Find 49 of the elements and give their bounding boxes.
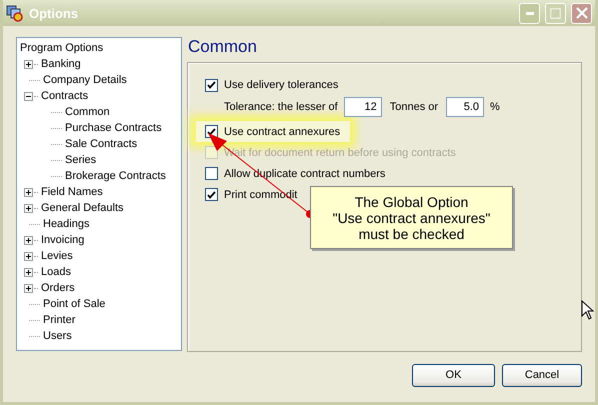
tree-item[interactable]: Levies bbox=[41, 250, 73, 262]
tree-item[interactable]: Sale Contracts bbox=[65, 138, 138, 150]
tree-item[interactable]: Headings bbox=[43, 218, 90, 230]
percent-field[interactable]: 5.0 bbox=[446, 97, 484, 117]
tonnes-field[interactable]: 12 bbox=[344, 97, 382, 117]
expand-icon[interactable] bbox=[24, 60, 33, 68]
expand-icon[interactable] bbox=[24, 252, 33, 260]
tree-item[interactable]: Company Details bbox=[43, 74, 127, 86]
minimize-icon bbox=[526, 12, 534, 14]
tree-item[interactable]: Banking bbox=[41, 58, 81, 70]
expand-icon[interactable] bbox=[24, 236, 33, 244]
expand-icon[interactable] bbox=[24, 268, 33, 276]
collapse-icon[interactable] bbox=[24, 92, 33, 100]
ok-button[interactable]: OK bbox=[412, 364, 495, 386]
checkbox[interactable] bbox=[205, 167, 218, 180]
expand-icon[interactable] bbox=[24, 204, 33, 212]
close-icon bbox=[576, 7, 588, 19]
checkbox-label: Use contract annexures bbox=[224, 126, 340, 138]
expand-icon[interactable] bbox=[24, 284, 33, 292]
tree-item[interactable]: Common bbox=[65, 106, 110, 118]
checkbox[interactable] bbox=[205, 78, 218, 92]
maximize-icon bbox=[550, 8, 561, 18]
cancel-button[interactable]: Cancel bbox=[502, 364, 582, 386]
page-heading: Common bbox=[187, 37, 258, 58]
tree-item[interactable]: Invoicing bbox=[41, 234, 84, 246]
tree-item[interactable]: Orders bbox=[41, 282, 75, 294]
tree-item[interactable]: Contracts bbox=[41, 90, 88, 102]
tolerance-label: Tolerance: the lesser of bbox=[224, 101, 338, 113]
window-title: Options bbox=[29, 6, 80, 20]
callout-text: The Global Option bbox=[354, 194, 468, 210]
checkbox-label: Use delivery tolerances bbox=[224, 79, 338, 91]
mouse-cursor-icon bbox=[581, 300, 594, 320]
tree-item[interactable]: Purchase Contracts bbox=[65, 122, 162, 134]
tonnes-label: Tonnes or bbox=[390, 101, 438, 113]
callout-text: "Use contract annexures" bbox=[332, 210, 490, 226]
tree-item[interactable]: Loads bbox=[41, 266, 71, 278]
tree-item[interactable]: Point of Sale bbox=[43, 298, 106, 310]
percent-label: % bbox=[490, 101, 500, 113]
tree-item[interactable]: Field Names bbox=[41, 186, 103, 198]
app-icon bbox=[6, 4, 24, 22]
tree-item[interactable]: General Defaults bbox=[41, 202, 124, 214]
tree-item[interactable]: Printer bbox=[43, 314, 76, 326]
tree-root[interactable]: Program Options bbox=[20, 42, 104, 54]
tree-item[interactable]: Brokerage Contracts bbox=[65, 170, 166, 182]
callout-text: must be checked bbox=[358, 226, 464, 242]
checkbox[interactable] bbox=[205, 188, 218, 201]
tree-item[interactable]: Users bbox=[43, 330, 72, 342]
expand-icon[interactable] bbox=[24, 188, 33, 196]
tree-item[interactable]: Series bbox=[65, 154, 96, 166]
